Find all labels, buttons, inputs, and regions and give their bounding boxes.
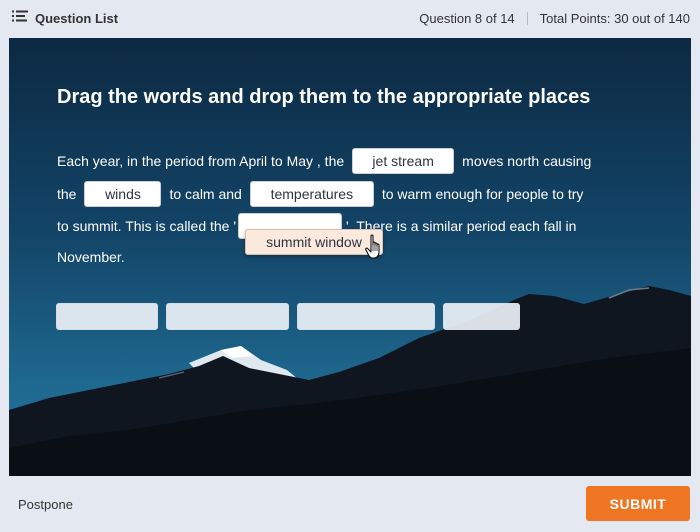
drop-slot-filled[interactable]: winds: [84, 181, 162, 207]
sentence-text: moves north causing: [462, 153, 592, 169]
sentence-text: November.: [57, 249, 125, 265]
hand-cursor-icon: [365, 234, 385, 265]
sentence-line-2: the winds to calm and temperatures to wa…: [57, 181, 617, 207]
sentence-text: Each year, in the period from April to M…: [57, 153, 345, 169]
divider: [526, 11, 528, 25]
drop-slot-filled[interactable]: jet stream: [352, 148, 455, 174]
top-bar: Question List Question 8 of 14 Total Poi…: [0, 0, 700, 36]
word-bank-slot[interactable]: [297, 303, 435, 330]
list-icon: [12, 9, 28, 27]
sentence-text: to calm and: [169, 186, 242, 202]
sentence-text: the: [57, 186, 77, 202]
question-instruction: Drag the words and drop them to the appr…: [57, 86, 591, 108]
total-points: Total Points: 30 out of 140: [539, 10, 690, 26]
drop-slot-filled[interactable]: temperatures: [249, 181, 374, 207]
footer-bar: Postpone SUBMIT: [0, 476, 700, 532]
sentence-text: to warm enough for people to try: [381, 186, 584, 202]
question-list-label: Question List: [35, 10, 119, 26]
word-bank-slot[interactable]: [443, 303, 520, 330]
progress-info: Question 8 of 14 Total Points: 30 out of…: [419, 11, 690, 26]
dragging-word-chip[interactable]: summit window: [245, 229, 383, 255]
word-bank-slot[interactable]: [166, 303, 289, 330]
word-bank-slot[interactable]: [56, 303, 158, 330]
question-progress: Question 8 of 14: [419, 10, 515, 26]
sentence-line-1: Each year, in the period from April to M…: [57, 148, 617, 174]
question-list-button[interactable]: Question List: [12, 9, 118, 27]
postpone-button[interactable]: Postpone: [18, 497, 73, 512]
sentence-text: to summit. This is called the ': [57, 218, 237, 234]
submit-button[interactable]: SUBMIT: [586, 486, 690, 521]
question-stage: Drag the words and drop them to the appr…: [9, 38, 691, 476]
